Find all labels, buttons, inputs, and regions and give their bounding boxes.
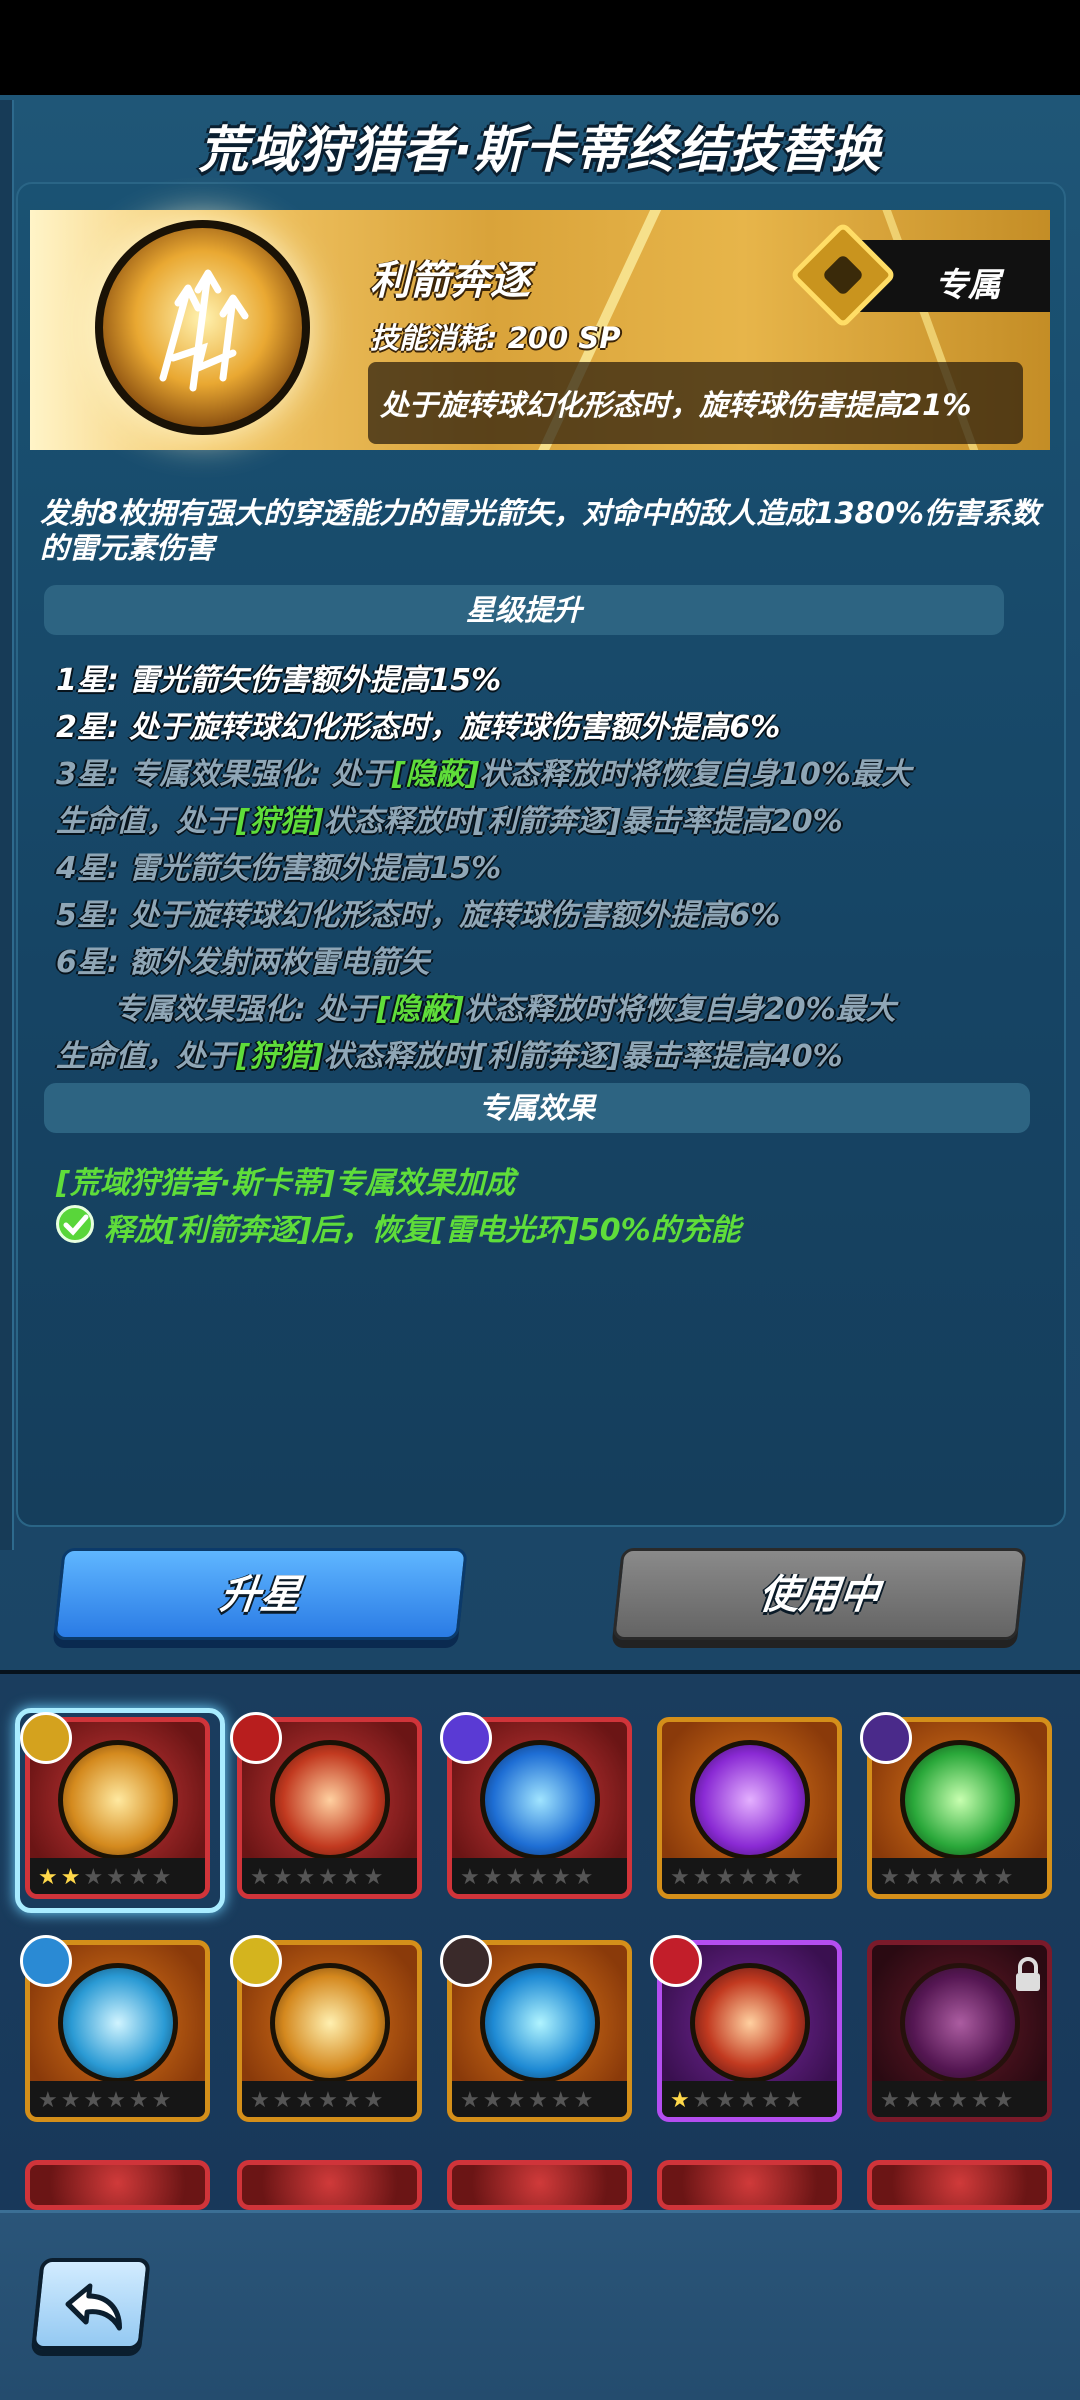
star-line-6: 6星: 额外发射两枚雷电箭矢: [56, 945, 430, 980]
fire-spirit-icon: [690, 1963, 810, 2083]
star-line-5: 5星: 处于旋转球幻化形态时，旋转球伤害额外提高6%: [56, 898, 781, 933]
star-line-6-cont: 生命值，处于[狩猎]状态释放时[利箭奔逐]暴击率提高40%: [56, 1039, 843, 1074]
bottom-bar: [0, 2210, 1080, 2400]
ice-shards-icon: [58, 1963, 178, 2083]
in-use-button[interactable]: 使用中: [612, 1548, 1027, 1640]
exclusive-label: 专属: [935, 265, 1001, 304]
star-rating: ★★★★★★: [250, 1865, 387, 1890]
dark-cauldron-icon: [900, 1963, 1020, 2083]
skill-slot-purple-flame[interactable]: ★★★★★★: [657, 1717, 842, 1899]
lock-icon: [1016, 1957, 1040, 1991]
upgrade-star-button[interactable]: 升星: [53, 1548, 468, 1640]
character-badge-icon: [440, 1712, 492, 1764]
skill-slot-dark-cauldron[interactable]: ★★★★★★: [867, 1940, 1052, 2122]
character-badge-icon: [20, 1935, 72, 1987]
star-rating: ★★★★★★: [670, 1865, 807, 1890]
thunder-bolts-icon: [270, 1963, 390, 2083]
back-arrow-icon: [65, 2283, 122, 2331]
arrows-icon: [159, 269, 249, 392]
character-badge-icon: [860, 1712, 912, 1764]
star-upgrade-header: 星级提升: [44, 585, 1004, 635]
lightning-arrows-icon: [58, 1740, 178, 1860]
star-rating: ★★★★★★: [460, 2088, 597, 2113]
star-rating: ★★★★★★: [670, 2088, 807, 2113]
fire-burst-icon: [270, 1740, 390, 1860]
left-edge-decoration: [0, 100, 14, 1550]
water-jaws-icon: [480, 1963, 600, 2083]
star-line-4: 4星: 雷光箭矢伤害额外提高15%: [56, 851, 502, 886]
star-rating: ★★★★★★: [460, 1865, 597, 1890]
star-line-3: 3星: 专属效果强化: 处于[隐蔽]状态释放时将恢复自身10%最大: [56, 757, 911, 792]
star-rating: ★★★★★★: [880, 2088, 1017, 2113]
star-rating: ★★★★★★: [38, 2088, 175, 2113]
page-title: 荒域狩猎者·斯卡蒂终结技替换: [198, 121, 882, 179]
skill-name: 利箭奔逐: [370, 258, 530, 304]
skill-slot-locked[interactable]: [237, 2160, 422, 2210]
star-line-3-cont: 生命值，处于[狩猎]状态释放时[利箭奔逐]暴击率提高20%: [56, 804, 843, 839]
character-badge-icon: [230, 1712, 282, 1764]
exclusive-effect-text: 释放[利箭奔逐]后，恢复[雷电光环]50%的充能: [104, 1213, 741, 1248]
character-badge-icon: [650, 1935, 702, 1987]
star-rating: ★★★★★★: [38, 1865, 175, 1890]
back-button[interactable]: [31, 2258, 151, 2350]
skill-slot-locked[interactable]: [657, 2160, 842, 2210]
star-line-6-enhance: 专属效果强化: 处于[隐蔽]状态释放时将恢复自身20%最大: [114, 992, 896, 1027]
star-line-2: 2星: 处于旋转球幻化形态时，旋转球伤害额外提高6%: [56, 710, 781, 745]
skill-slot-locked[interactable]: [867, 2160, 1052, 2210]
purple-flame-icon: [690, 1740, 810, 1860]
star-rating: ★★★★★★: [250, 2088, 387, 2113]
blue-vortex-icon: [480, 1740, 600, 1860]
star-rating: ★★★★★★: [880, 1865, 1017, 1890]
character-badge-icon: [230, 1935, 282, 1987]
status-bar: [0, 0, 1080, 95]
star-line-1: 1星: 雷光箭矢伤害额外提高15%: [56, 663, 502, 698]
skill-slot-locked[interactable]: [25, 2160, 210, 2210]
check-icon: [56, 1205, 94, 1243]
exclusive-effect-title: [荒域狩猎者·斯卡蒂]专属效果加成: [56, 1166, 515, 1201]
character-badge-icon: [20, 1712, 72, 1764]
character-badge-icon: [440, 1935, 492, 1987]
skill-slot-locked[interactable]: [447, 2160, 632, 2210]
skill-cost: 技能消耗: 200 SP: [370, 321, 621, 355]
skill-emblem-icon: [95, 220, 310, 435]
skill-bonus-text: 处于旋转球幻化形态时，旋转球伤害提高21%: [380, 388, 972, 422]
green-blades-icon: [900, 1740, 1020, 1860]
exclusive-effect-header: 专属效果: [44, 1083, 1030, 1133]
skill-description: 发射8枚拥有强大的穿透能力的雷光箭矢，对命中的敌人造成1380%伤害系数的雷元素…: [40, 496, 1040, 565]
